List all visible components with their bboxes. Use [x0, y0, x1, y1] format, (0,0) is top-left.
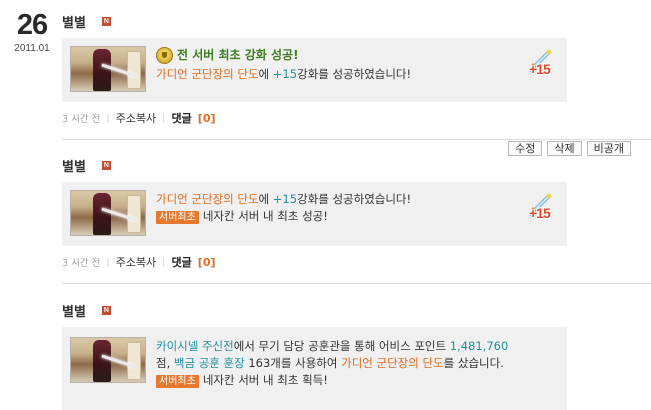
- author-name[interactable]: 별별: [62, 156, 86, 175]
- item-name[interactable]: 가디언 군단장의 단도: [341, 356, 444, 370]
- edit-button[interactable]: 수정: [508, 141, 543, 156]
- new-badge: N: [101, 16, 111, 26]
- character-thumbnail[interactable]: [70, 190, 146, 236]
- post-divider: [62, 139, 651, 140]
- meta-separator: |: [162, 256, 166, 268]
- activity-line: 가디언 군단장의 단도에 +15강화를 성공하였습니다!: [156, 66, 411, 83]
- post-time: 3 시간 전: [62, 258, 101, 269]
- enhance-sword-icon: +15: [525, 48, 559, 78]
- text-segment: 에서 무기 담당 공훈관을 통해 어비스 포인트: [233, 339, 450, 353]
- character-thumbnail[interactable]: [70, 337, 146, 383]
- comment-count[interactable]: [0]: [198, 112, 216, 125]
- headline-text: 전 서버 최초 강화 성공!: [177, 47, 299, 62]
- meta-separator: |: [162, 112, 166, 124]
- server-first-text: 네자칸 서버 내 최초 획득!: [202, 373, 328, 387]
- medal-name[interactable]: 백금 공훈 훈장: [174, 356, 245, 370]
- author-name[interactable]: 별별: [62, 301, 86, 320]
- feed-post: 별별 N 카이시넬 주신전에서 무기 담당 공훈관을 통해 어비스 포인트 1,…: [62, 300, 651, 410]
- text-segment: 강화를 성공하였습니다!: [297, 192, 412, 206]
- post-meta: 3 시간 전 | 주소복사 | 댓글 [0]: [62, 110, 651, 126]
- activity-card: 카이시넬 주신전에서 무기 담당 공훈관을 통해 어비스 포인트 1,481,7…: [62, 327, 567, 410]
- post-date: 26 2011.01: [8, 10, 56, 55]
- text-segment: 에: [258, 67, 273, 81]
- author-name[interactable]: 별별: [62, 12, 86, 31]
- enhance-level: +15: [272, 192, 298, 206]
- meta-separator: |: [106, 256, 110, 268]
- post-meta: 3 시간 전 | 주소복사 | 댓글 [0]: [62, 254, 651, 270]
- comment-link[interactable]: 댓글: [172, 254, 192, 270]
- activity-card: 가디언 군단장의 단도에 +15강화를 성공하였습니다! 서버최초 네자칸 서버 …: [62, 182, 567, 246]
- server-first-tag: 서버최초: [156, 375, 199, 388]
- text-segment: 에: [258, 192, 273, 206]
- new-badge: N: [101, 160, 111, 170]
- trophy-icon: [156, 46, 173, 64]
- enhance-badge: +15: [529, 61, 551, 77]
- enhance-sword-icon: +15: [525, 192, 559, 222]
- comment-count[interactable]: [0]: [198, 256, 216, 269]
- post-actions: 수정 삭제 비공개: [508, 141, 631, 156]
- comment-link[interactable]: 댓글: [172, 110, 192, 126]
- server-first-line: 서버최초 네자칸 서버 내 최초 성공!: [156, 208, 411, 225]
- meta-separator: |: [106, 112, 110, 124]
- feed-post: 별별 N 가디언 군단장의 단도에 +15강화를 성공하였습니다! 서버최초 네자…: [62, 155, 651, 269]
- private-button[interactable]: 비공개: [586, 141, 631, 156]
- enhance-level: +15: [272, 67, 298, 81]
- post-time: 3 시간 전: [62, 114, 101, 125]
- feed-post: 별별 N 전 서버 최초 강화 성공! 가디언 군단장의 단도에 +15강화를 …: [62, 11, 651, 125]
- text-segment: 점,: [156, 356, 174, 370]
- location-name[interactable]: 카이시넬 주신전: [156, 339, 234, 353]
- text-segment: 강화를 성공하였습니다!: [297, 67, 412, 81]
- date-year-month: 2011.01: [14, 43, 50, 54]
- activity-line: 카이시넬 주신전에서 무기 담당 공훈관을 통해 어비스 포인트 1,481,7…: [156, 338, 516, 372]
- character-thumbnail[interactable]: [70, 46, 146, 92]
- date-day: 26: [16, 9, 48, 41]
- item-name[interactable]: 가디언 군단장의 단도: [156, 192, 259, 206]
- activity-card: 전 서버 최초 강화 성공! 가디언 군단장의 단도에 +15강화를 성공하였습…: [62, 38, 567, 102]
- server-first-tag: 서버최초: [156, 211, 199, 224]
- text-segment: 163개를 사용하여: [244, 356, 342, 370]
- enhance-badge: +15: [529, 205, 551, 221]
- post-divider: [62, 283, 651, 284]
- server-first-line: 서버최초 네자칸 서버 내 최초 획득!: [156, 372, 516, 389]
- server-first-text: 네자칸 서버 내 최초 성공!: [202, 209, 328, 223]
- text-segment: 를 샀습니다.: [443, 356, 504, 370]
- abyss-points: 1,481,760: [449, 339, 509, 353]
- item-name[interactable]: 가디언 군단장의 단도: [156, 67, 259, 81]
- copy-address-link[interactable]: 주소복사: [116, 254, 156, 270]
- achievement-headline: 전 서버 최초 강화 성공!: [156, 44, 411, 66]
- activity-line: 가디언 군단장의 단도에 +15강화를 성공하였습니다!: [156, 191, 411, 208]
- copy-address-link[interactable]: 주소복사: [116, 110, 156, 126]
- delete-button[interactable]: 삭제: [547, 141, 582, 156]
- new-badge: N: [101, 305, 111, 315]
